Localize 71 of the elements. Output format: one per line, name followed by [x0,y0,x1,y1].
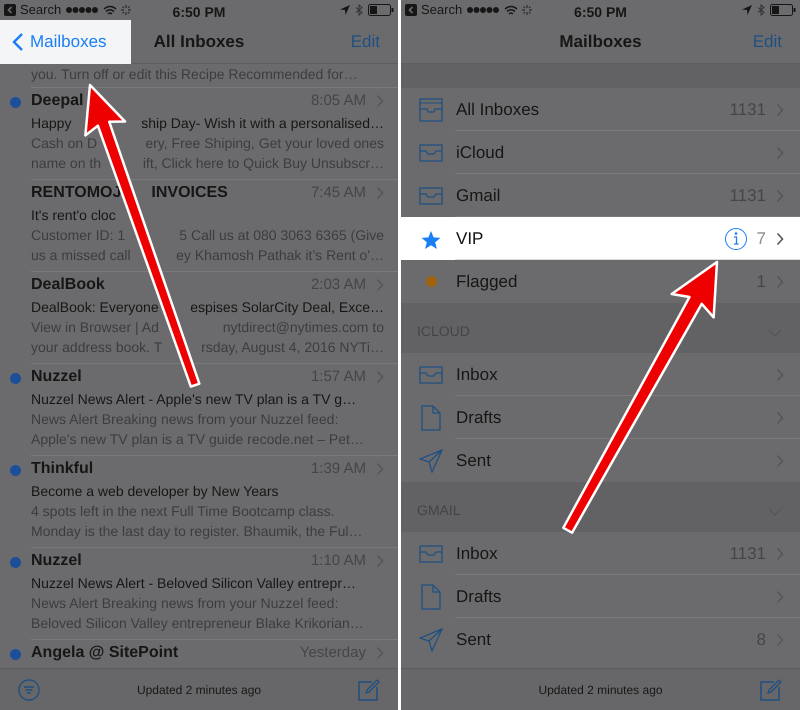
sender-name: Nuzzel [31,367,82,388]
compose-button[interactable] [358,678,380,700]
battery-icon [770,4,796,16]
message-subject: Become a web developer by New Years [31,482,278,500]
info-button[interactable] [724,228,747,250]
info-icon [732,232,739,245]
inbox-tray-icon [419,144,443,162]
sender-name: DealBook [31,275,105,296]
location-icon [340,5,350,15]
status-time: 6:50 PM [172,4,226,20]
mailbox-label: Inbox [456,364,498,386]
sender-name: Deepal [31,91,84,112]
document-icon [421,584,441,610]
document-icon [421,404,441,430]
sender-name: Angela @ SitePoint [31,643,178,664]
back-chevron-icon [12,32,24,52]
back-button[interactable]: Mailboxes [0,20,131,64]
mailbox-label: Flagged [456,270,518,293]
update-status: Updated 2 minutes ago [136,682,262,696]
mailbox-label: Gmail [456,184,500,207]
back-badge-icon [4,4,16,16]
mailbox-label: iCloud [456,142,504,164]
signal-icon [65,6,100,14]
mailbox-row[interactable]: Sent [401,439,800,482]
sender-name: Thinkful [31,459,94,480]
mailbox-label: Sent [456,628,491,651]
mailbox-count: 7 [756,228,766,250]
status-time: 6:50 PM [574,4,627,20]
paper-plane-icon [419,448,443,472]
status-back-label[interactable]: Search [421,0,462,20]
battery-icon [368,4,394,16]
inbox-tray-icon [419,366,443,384]
mailbox-label: Drafts [456,586,502,608]
message-subject: DealBook: Everyone [31,298,159,316]
activity-icon [522,5,532,15]
activity-icon [121,5,132,15]
message-subject: ship Day- Wish it with a personalised… [141,114,384,132]
mailbox-label: Drafts [456,406,502,429]
sender-name: INVOICES [151,183,228,204]
sender-name: Nuzzel [31,551,82,572]
mailbox-label: Sent [456,450,491,472]
nav-title: All Inboxes [154,32,244,50]
update-status: Updated 2 minutes ago [538,682,663,696]
wifi-icon [504,4,518,16]
chevron-right-icon [776,232,784,246]
inbox-tray-icon [419,186,443,204]
sender-name: RENTOMOJ [31,183,122,204]
inbox-tray-icon [419,98,443,122]
message-subject: Nuzzel News Alert - Apple's new TV plan is a TV g… [31,390,356,408]
inbox-tray-icon [419,544,443,562]
compose-button[interactable] [760,678,782,700]
message-subject: Happy [31,114,72,132]
mailbox-label: All Inboxes [456,98,540,121]
message-subject: Nuzzel News Alert - Beloved Silicon Valley entrepr… [31,574,356,592]
location-icon [742,5,752,15]
mailbox-row[interactable]: iCloud [401,131,800,174]
mailbox-row[interactable]: Drafts [401,575,800,618]
back-badge-icon [405,4,417,16]
mailbox-label: Inbox [456,542,498,565]
nav-title: Mailboxes [559,32,642,50]
mailbox-label: VIP [456,228,484,250]
message-subject: It's rent'o cloc [31,206,116,224]
status-back-label[interactable]: Search [20,0,62,20]
mailbox-row[interactable]: VIP 7 [401,217,800,260]
wifi-icon [103,4,118,16]
bluetooth-icon [757,4,765,16]
paper-plane-icon [419,628,443,652]
message-subject: espises SolarCity Deal, Exce… [190,298,384,316]
signal-icon [466,6,500,14]
bluetooth-icon [355,4,363,16]
filter-icon [18,678,40,700]
